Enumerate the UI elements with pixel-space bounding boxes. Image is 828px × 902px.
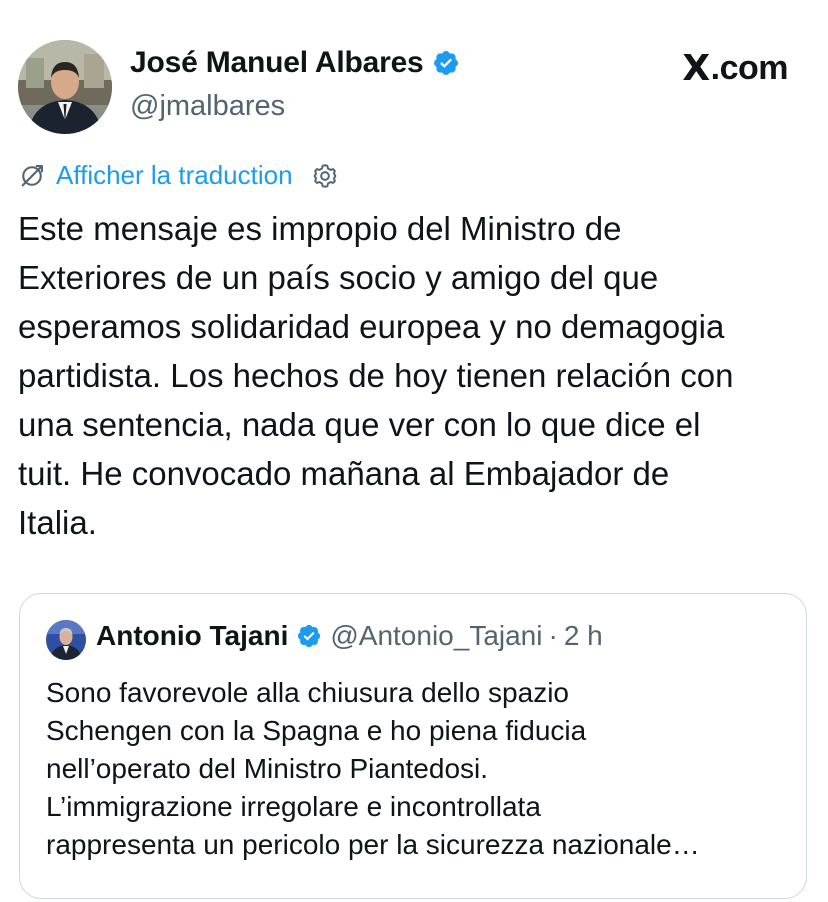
quoted-tweet-timestamp[interactable]: 2 h [564, 620, 603, 652]
x-com-brand: X .com [682, 48, 788, 89]
quoted-tweet-header: Antonio Tajani @Antonio_Tajani · 2 h [96, 620, 603, 652]
translate-icon [21, 164, 43, 186]
quoted-author-name[interactable]: Antonio Tajani [96, 620, 288, 652]
translate-row: Afficher la traduction [18, 160, 339, 191]
quoted-author-avatar-image [46, 620, 86, 660]
quoted-author-handle[interactable]: @Antonio_Tajani [330, 620, 542, 652]
quoted-tweet-card[interactable]: Antonio Tajani @Antonio_Tajani · 2 h Son… [19, 593, 807, 899]
translate-link[interactable]: Afficher la traduction [56, 160, 293, 191]
gear-icon[interactable] [311, 162, 339, 190]
quoted-tweet-text: Sono favorevole alla chiusura dello spaz… [46, 677, 700, 860]
brand-suffix: .com [710, 49, 789, 87]
verified-badge-icon [433, 51, 458, 75]
author-name-row[interactable]: José Manuel Albares [130, 46, 460, 80]
author-avatar[interactable] [18, 40, 112, 134]
verified-badge-icon [298, 624, 321, 648]
author-avatar-image [18, 40, 112, 134]
x-logo-icon: X [682, 48, 710, 89]
author-name[interactable]: José Manuel Albares [130, 46, 424, 80]
tweet-text: Este mensaje es impropio del Ministro de… [18, 210, 734, 541]
separator-dot: · [548, 620, 558, 651]
author-handle[interactable]: @jmalbares [130, 90, 285, 123]
quoted-author-avatar[interactable] [46, 620, 86, 660]
